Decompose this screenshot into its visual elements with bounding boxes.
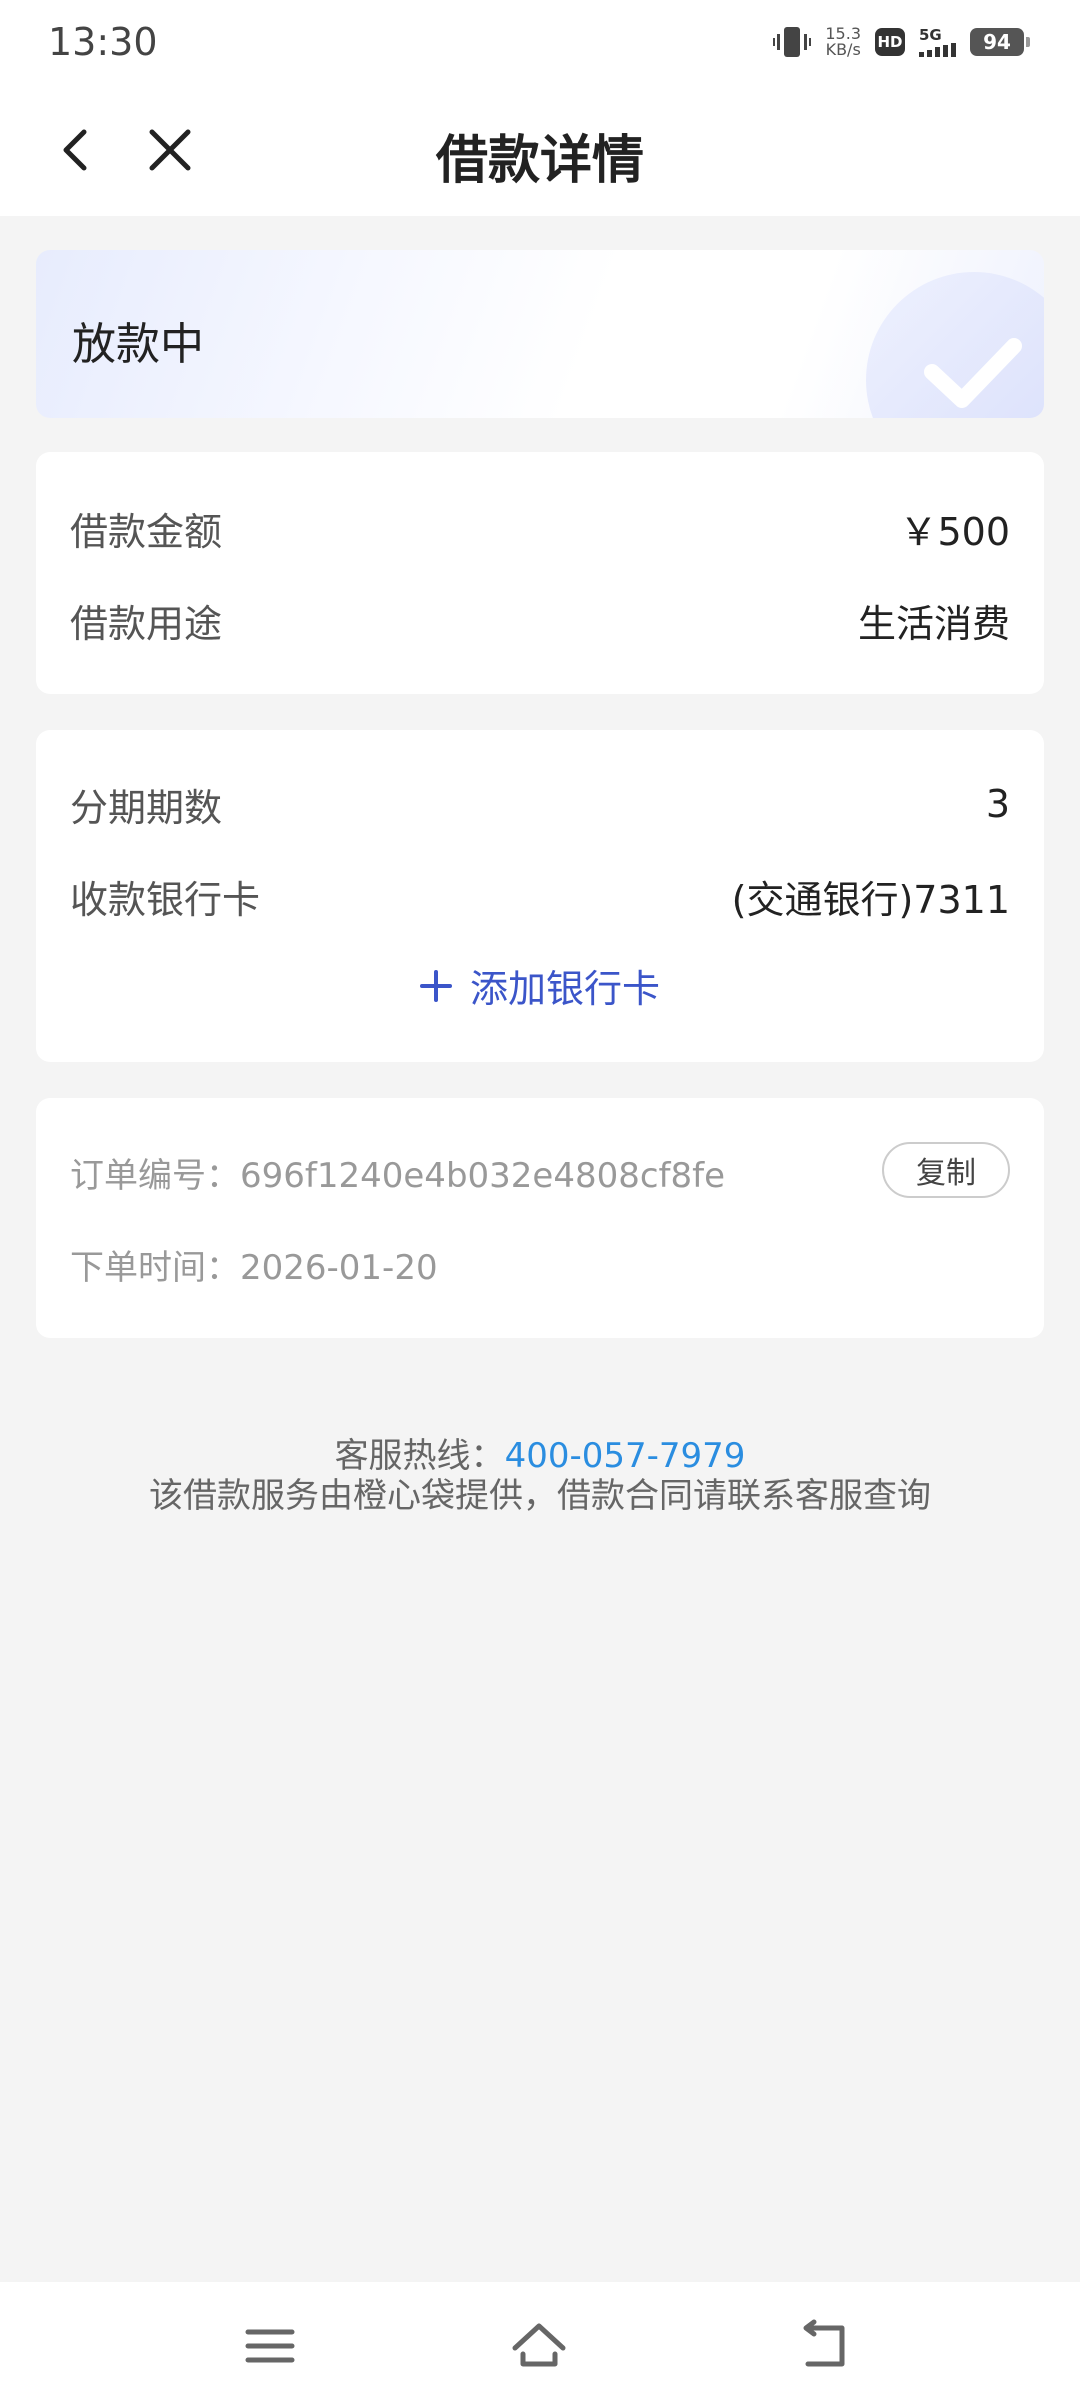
purpose-row: 借款用途 生活消费 <box>70 590 1010 650</box>
add-bank-card-label: 添加银行卡 <box>469 967 660 1011</box>
order-time: 下单时间：2026-01-20 <box>70 1248 438 1288</box>
amount-label: 借款金额 <box>70 509 223 554</box>
signal-bars <box>919 43 956 57</box>
system-back-icon[interactable] <box>796 2318 852 2374</box>
add-bank-card-button[interactable]: 添加银行卡 <box>36 958 1044 1013</box>
amount-value: ￥500 <box>899 509 1010 554</box>
page-title: 借款详情 <box>435 131 644 191</box>
status-icons: 15.3 KB/s HD 5G 94 <box>773 22 1030 62</box>
periods-row: 分期期数 3 <box>70 774 1010 834</box>
net-speed-unit: KB/s <box>825 40 861 59</box>
status-time: 13:30 <box>48 20 158 64</box>
bank-card-label: 收款银行卡 <box>70 877 261 922</box>
status-bar: 13:30 15.3 KB/s HD 5G 94 <box>0 0 1080 86</box>
plus-icon <box>419 969 452 1002</box>
amount-row: 借款金额 ￥500 <box>70 498 1010 558</box>
battery-icon: 94 <box>970 28 1030 56</box>
bank-card-value: (交通银行)7311 <box>731 877 1010 922</box>
signal-icon: 5G <box>919 27 956 57</box>
purpose-value: 生活消费 <box>857 601 1010 646</box>
purpose-label: 借款用途 <box>70 601 223 646</box>
loan-status: 放款中 <box>72 319 204 370</box>
vibrate-icon <box>773 27 812 57</box>
menu-icon[interactable] <box>242 2318 298 2374</box>
check-circle-icon <box>866 272 1044 418</box>
nav-bar: 借款详情 <box>0 86 1080 216</box>
system-nav-bar <box>0 2282 1080 2408</box>
hd-badge: HD <box>875 28 905 56</box>
periods-value: 3 <box>985 782 1010 826</box>
home-icon[interactable] <box>511 2318 567 2374</box>
loan-status-card: 放款中 <box>36 250 1044 418</box>
loan-amount-card: 借款金额 ￥500 借款用途 生活消费 <box>36 452 1044 694</box>
order-info-card: 订单编号：696f1240e4b032e4808cf8fe 复制 下单时间：20… <box>36 1098 1044 1338</box>
net-speed: 15.3 KB/s <box>825 26 861 58</box>
installment-card: 分期期数 3 收款银行卡 (交通银行)7311 添加银行卡 <box>36 730 1044 1062</box>
service-disclaimer: 该借款服务由橙心袋提供，借款合同请联系客服查询 <box>149 1476 931 1516</box>
periods-label: 分期期数 <box>70 785 223 830</box>
order-number: 订单编号：696f1240e4b032e4808cf8fe <box>70 1156 726 1196</box>
network-type: 5G <box>919 26 942 44</box>
bank-card-row: 收款银行卡 (交通银行)7311 <box>70 866 1010 926</box>
copy-button[interactable]: 复制 <box>882 1142 1010 1198</box>
